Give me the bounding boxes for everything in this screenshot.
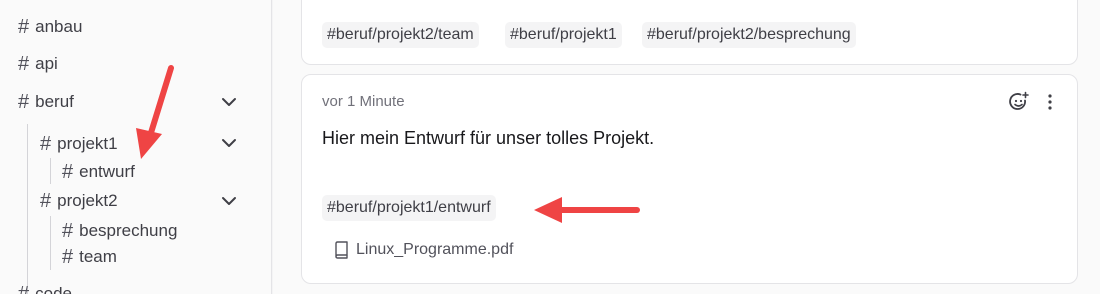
tree-guide-line — [50, 158, 51, 184]
sidebar-tag-code[interactable]: # code — [18, 281, 72, 294]
tag-label: anbau — [35, 17, 83, 36]
memo-card: vor 1 Minute Hier mein Entwurf für unser… — [301, 74, 1078, 284]
sidebar-tag-projekt1[interactable]: # projekt1 — [40, 131, 118, 157]
chevron-down-icon[interactable] — [218, 132, 240, 154]
tag-label: entwurf — [79, 162, 135, 181]
memo-list: #beruf/projekt2/team #beruf/projekt1 #be… — [273, 0, 1100, 294]
attachment-filename: Linux_Programme.pdf — [356, 241, 514, 258]
hash-icon: # — [62, 246, 74, 268]
memo-content: Hier mein Entwurf für unser tolles Proje… — [322, 128, 655, 148]
hash-icon: # — [62, 161, 74, 183]
memo-tag-chip[interactable]: #beruf/projekt1/entwurf — [322, 195, 496, 221]
sidebar-tag-api[interactable]: # api — [18, 51, 58, 77]
tag-sidebar: # anbau # api # beruf # projekt1 # entwu… — [0, 0, 272, 294]
hash-icon: # — [62, 220, 74, 242]
hash-icon: # — [18, 16, 30, 38]
memo-tag-chip[interactable]: #beruf/projekt2/team — [322, 22, 479, 48]
more-vertical-icon[interactable] — [1038, 90, 1062, 114]
chevron-down-icon[interactable] — [218, 91, 240, 113]
sidebar-tag-team[interactable]: # team — [62, 244, 117, 270]
emoji-add-icon[interactable] — [1007, 90, 1031, 114]
sidebar-tag-anbau[interactable]: # anbau — [18, 14, 82, 40]
sidebar-tag-beruf[interactable]: # beruf — [18, 89, 74, 115]
tag-label: beruf — [35, 92, 74, 111]
chevron-down-icon[interactable] — [218, 190, 240, 212]
sidebar-tag-entwurf[interactable]: # entwurf — [62, 159, 135, 185]
tag-label: api — [35, 54, 58, 73]
tag-label: team — [79, 247, 117, 266]
memo-tag-chip[interactable]: #beruf/projekt2/besprechung — [642, 22, 856, 48]
tag-label: code — [35, 284, 72, 294]
hash-icon: # — [40, 190, 52, 212]
memo-timestamp: vor 1 Minute — [322, 93, 405, 110]
tag-label: projekt1 — [57, 134, 118, 153]
tree-guide-line — [27, 124, 28, 294]
memo-tag-chip[interactable]: #beruf/projekt1 — [505, 22, 622, 48]
hash-icon: # — [18, 91, 30, 113]
attachment-item[interactable]: Linux_Programme.pdf — [334, 241, 513, 259]
memo-card: #beruf/projekt2/team #beruf/projekt1 #be… — [301, 0, 1078, 65]
sidebar-tag-projekt2[interactable]: # projekt2 — [40, 188, 118, 214]
tree-guide-line — [50, 216, 51, 270]
book-icon — [335, 241, 348, 259]
hash-icon: # — [40, 133, 52, 155]
tag-label: projekt2 — [57, 191, 118, 210]
hash-icon: # — [18, 53, 30, 75]
sidebar-tag-besprechung[interactable]: # besprechung — [62, 218, 177, 244]
tag-label: besprechung — [79, 221, 178, 240]
hash-icon: # — [18, 283, 30, 294]
